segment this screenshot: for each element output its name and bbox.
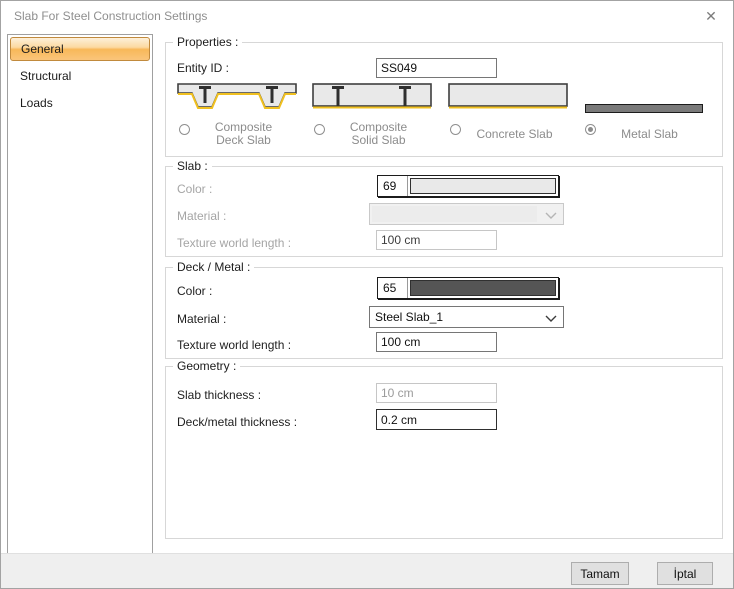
sidebar-item-label: Structural: [20, 69, 71, 83]
composite-solid-slab-image: [312, 83, 432, 111]
radio-label[interactable]: Composite Solid Slab: [312, 121, 433, 147]
radio-label[interactable]: Concrete Slab: [448, 121, 569, 147]
footer: Tamam İptal: [1, 553, 733, 589]
deck-material-value: Steel Slab_1: [375, 310, 443, 324]
entity-id-label: Entity ID :: [177, 61, 229, 75]
slab-color-number: 69: [378, 176, 408, 196]
entity-id-input[interactable]: [376, 58, 497, 78]
chevron-down-icon: [545, 212, 557, 219]
cancel-button[interactable]: İptal: [657, 562, 713, 585]
sidebar-item-general[interactable]: General: [10, 37, 150, 61]
slab-material-label: Material :: [177, 209, 226, 223]
deck-color-swatch: [410, 280, 556, 296]
slab-type-option-concrete: Concrete Slab: [448, 83, 569, 151]
sidebar-item-loads[interactable]: Loads: [10, 91, 150, 115]
deck-thickness-label: Deck/metal thickness :: [177, 415, 297, 429]
deck-thickness-input[interactable]: [376, 409, 497, 430]
slab-color-swatch: [410, 178, 556, 194]
slab-color-label: Color :: [177, 182, 212, 196]
sidebar-item-label: Loads: [20, 96, 53, 110]
close-icon[interactable]: ✕: [702, 7, 720, 25]
sidebar-item-label: General: [21, 42, 64, 56]
slab-texture-input: [376, 230, 497, 250]
properties-group: Properties : Entity ID : Composite Deck …: [165, 42, 723, 157]
deck-material-label: Material :: [177, 312, 226, 326]
slab-color-button: 69: [377, 175, 559, 197]
radio-concrete-slab[interactable]: [450, 124, 461, 135]
composite-deck-slab-image: [177, 83, 297, 111]
ok-button[interactable]: Tamam: [571, 562, 629, 585]
titlebar: Slab For Steel Construction Settings ✕: [1, 1, 733, 31]
deck-material-combobox[interactable]: Steel Slab_1: [369, 306, 564, 328]
slab-material-combobox: [369, 203, 564, 225]
geometry-group: Geometry : Slab thickness : Deck/metal t…: [165, 366, 723, 539]
concrete-slab-image: [448, 83, 568, 111]
geometry-group-label: Geometry :: [173, 359, 240, 373]
deck-metal-group: Deck / Metal : Color : 65 Material : Ste…: [165, 267, 723, 359]
radio-composite-solid-slab[interactable]: [314, 124, 325, 135]
radio-label[interactable]: Metal Slab: [583, 121, 704, 147]
slab-group: Slab : Color : 69 Material : Texture wor…: [165, 166, 723, 257]
deck-color-button[interactable]: 65: [377, 277, 559, 299]
deck-metal-group-label: Deck / Metal :: [173, 260, 254, 274]
slab-thickness-label: Slab thickness :: [177, 388, 261, 402]
radio-metal-slab[interactable]: [585, 124, 596, 135]
chevron-down-icon: [545, 315, 557, 322]
slab-group-label: Slab :: [173, 159, 212, 173]
slab-thickness-input: [376, 383, 497, 403]
radio-composite-deck-slab[interactable]: [179, 124, 190, 135]
slab-type-option-composite-deck: Composite Deck Slab: [177, 83, 298, 151]
metal-slab-image: [585, 104, 703, 113]
dialog-title: Slab For Steel Construction Settings: [14, 9, 207, 23]
slab-type-option-composite-solid: Composite Solid Slab: [312, 83, 433, 151]
radio-label[interactable]: Composite Deck Slab: [177, 121, 298, 147]
sidebar-item-structural[interactable]: Structural: [10, 64, 150, 88]
deck-texture-input[interactable]: [376, 332, 497, 352]
sidebar: General Structural Loads: [7, 34, 153, 554]
deck-color-label: Color :: [177, 284, 212, 298]
properties-group-label: Properties :: [173, 35, 242, 49]
dialog-window: Slab For Steel Construction Settings ✕ G…: [0, 0, 734, 589]
deck-texture-label: Texture world length :: [177, 338, 291, 352]
slab-type-option-metal: Metal Slab: [583, 83, 703, 151]
deck-color-number: 65: [378, 278, 408, 298]
slab-texture-label: Texture world length :: [177, 236, 291, 250]
